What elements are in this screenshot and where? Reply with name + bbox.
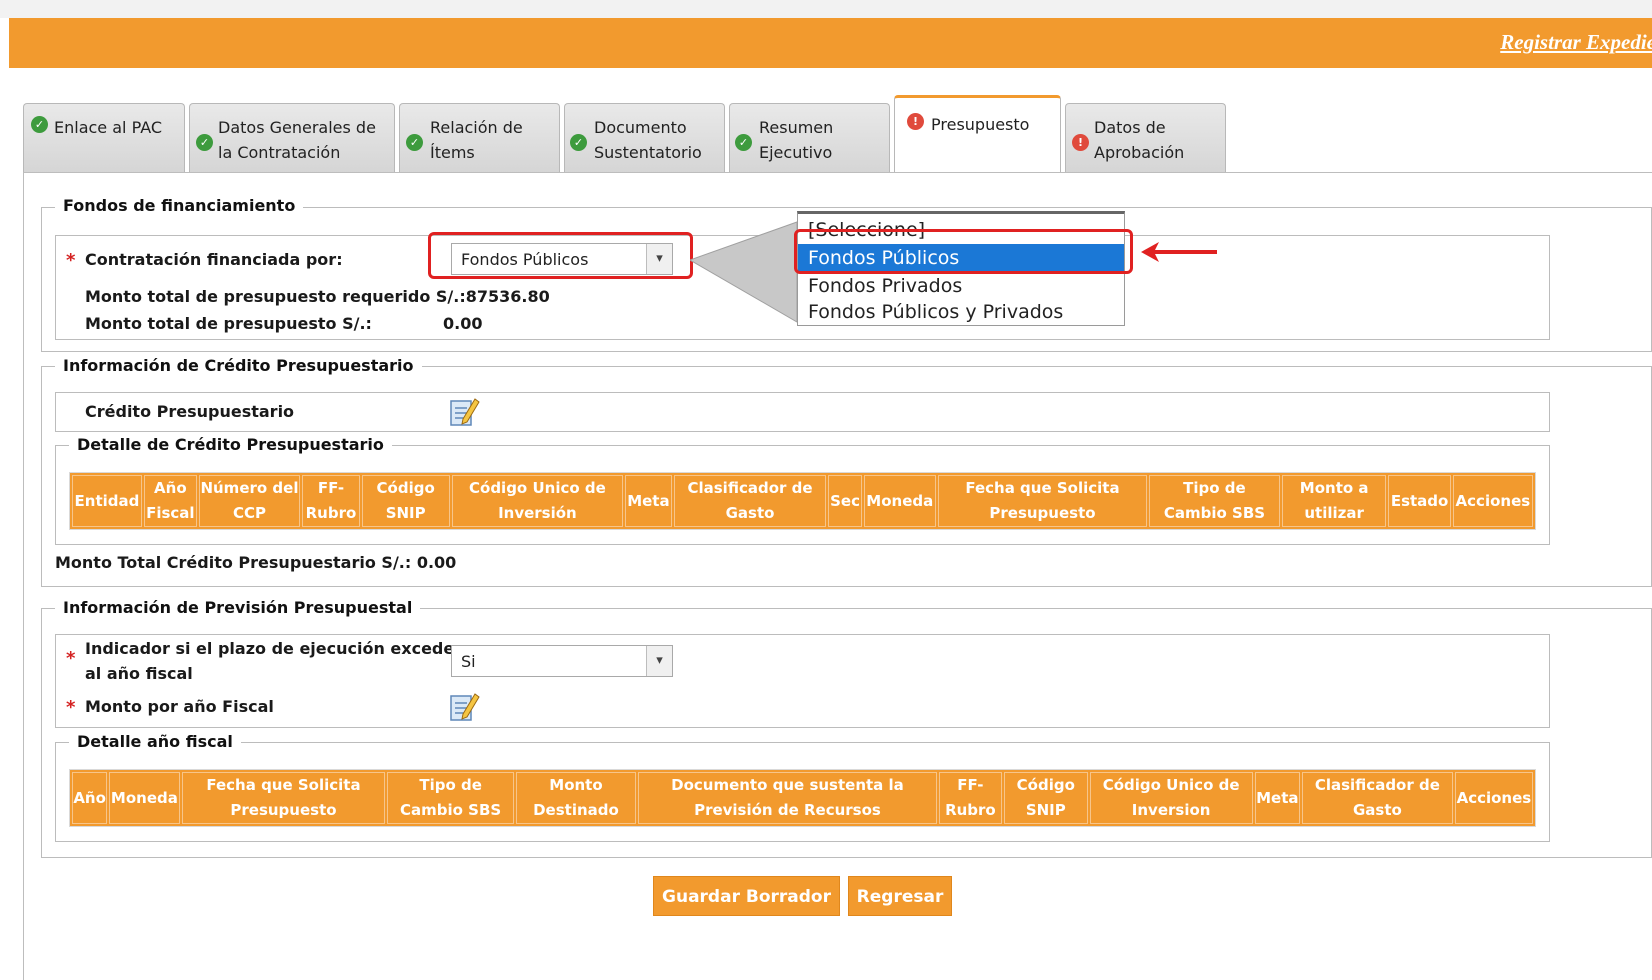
col-sec: Sec xyxy=(828,475,862,527)
monto-anio-label: Monto por año Fiscal xyxy=(85,697,274,716)
col-moneda: Moneda xyxy=(863,475,936,527)
col-acciones: Acciones xyxy=(1452,475,1533,527)
col-codigo-unico: Código Unico de Inversion xyxy=(1089,772,1253,824)
detalle-anio-legend: Detalle año fiscal xyxy=(69,732,241,751)
content-border xyxy=(23,172,24,980)
tab-datos-generales[interactable]: ✓ Datos Generales de la Contratación xyxy=(189,103,395,173)
indicador-value: Si xyxy=(461,652,476,671)
col-entidad: Entidad xyxy=(72,475,142,527)
col-anio-fiscal: Año Fiscal xyxy=(143,475,197,527)
col-ff-rubro: FF- Rubro xyxy=(302,475,360,527)
col-codigo-snip: Código SNIP xyxy=(1004,772,1088,824)
monto-total-value: 0.00 xyxy=(443,314,483,333)
credito-label: Crédito Presupuestario xyxy=(85,402,295,421)
tab-datos-aprobacion[interactable]: ! Datos de Aprobación xyxy=(1065,103,1226,173)
col-meta: Meta xyxy=(625,475,672,527)
page-header: Registrar Expedie xyxy=(9,18,1652,68)
tab-label: Enlace al PAC xyxy=(54,118,163,137)
required-marker: * xyxy=(66,648,76,669)
col-codigo-snip: Código SNIP xyxy=(361,475,450,527)
col-estado: Estado xyxy=(1388,475,1451,527)
warning-icon: ! xyxy=(1072,134,1089,151)
credito-legend: Información de Crédito Presupuestario xyxy=(55,356,422,375)
tab-documento-sustentatorio[interactable]: ✓ Documento Sustentatorio xyxy=(564,103,725,173)
required-marker: * xyxy=(66,697,76,718)
col-clasificador: Clasificador de Gasto xyxy=(1301,772,1453,824)
monto-requerido-label: Monto total de presupuesto requerido S/.… xyxy=(85,287,550,306)
col-codigo-unico: Código Unico de Inversión xyxy=(451,475,624,527)
col-numero-ccp: Número del CCP xyxy=(198,475,301,527)
tab-relacion-items[interactable]: ✓ Relación de Ítems xyxy=(399,103,560,173)
check-icon: ✓ xyxy=(570,134,587,151)
required-marker: * xyxy=(66,250,76,271)
detalle-credito-legend: Detalle de Crédito Presupuestario xyxy=(69,435,392,454)
warning-icon: ! xyxy=(907,113,924,130)
prevision-table: Año Moneda Fecha que Solicita Presupuesto… xyxy=(69,769,1536,827)
tab-label: Datos Generales de la Contratación xyxy=(218,118,376,162)
col-fecha-solicita: Fecha que Solicita Presupuesto xyxy=(181,772,386,824)
col-documento-sustenta: Documento que sustenta la Previsión de Re… xyxy=(638,772,937,824)
chevron-down-icon: ▾ xyxy=(646,646,672,676)
table-header-row: Año Moneda Fecha que Solicita Presupuesto… xyxy=(72,772,1533,824)
indicador-label-line1: Indicador si el plazo de ejecución exced… xyxy=(85,639,455,658)
page-title-link[interactable]: Registrar Expedie xyxy=(1500,30,1652,55)
check-icon: ✓ xyxy=(406,134,423,151)
tab-label: Resumen Ejecutivo xyxy=(759,118,834,162)
annotation-arrow-icon xyxy=(1141,242,1217,262)
credito-table: Entidad Año Fiscal Número del CCP FF- Rubro… xyxy=(69,472,1536,530)
zoom-callout xyxy=(690,221,798,323)
guardar-borrador-button[interactable]: Guardar Borrador xyxy=(653,876,840,916)
edit-icon[interactable] xyxy=(447,395,481,429)
monto-total-credito: Monto Total Crédito Presupuestario S/.: … xyxy=(55,553,457,572)
tab-presupuesto[interactable]: ! Presupuesto xyxy=(894,95,1061,173)
col-meta: Meta xyxy=(1254,772,1300,824)
edit-icon[interactable] xyxy=(447,690,481,724)
financiada-label: Contratación financiada por: xyxy=(85,250,343,269)
check-icon: ✓ xyxy=(735,134,752,151)
tab-enlace-pac[interactable]: ✓ Enlace al PAC xyxy=(23,103,185,173)
tab-resumen-ejecutivo[interactable]: ✓ Resumen Ejecutivo xyxy=(729,103,890,173)
indicador-select[interactable]: Si ▾ xyxy=(451,645,673,677)
col-fecha-solicita: Fecha que Solicita Presupuesto xyxy=(937,475,1148,527)
check-icon: ✓ xyxy=(196,134,213,151)
col-clasificador: Clasificador de Gasto xyxy=(673,475,827,527)
tab-label: Documento Sustentatorio xyxy=(594,118,702,162)
dropdown-option[interactable]: Fondos Públicos y Privados xyxy=(798,298,1124,326)
monto-total-label: Monto total de presupuesto S/.: xyxy=(85,314,372,333)
tab-label: Presupuesto xyxy=(931,115,1030,134)
annotation-box-option xyxy=(794,229,1133,274)
prevision-legend: Información de Previsión Presupuestal xyxy=(55,598,421,617)
col-ff-rubro: FF- Rubro xyxy=(938,772,1002,824)
col-monto-utilizar: Monto a utilizar xyxy=(1281,475,1387,527)
col-acciones: Acciones xyxy=(1454,772,1533,824)
fondos-legend: Fondos de financiamiento xyxy=(55,196,304,215)
annotation-box-select xyxy=(428,232,693,279)
col-moneda: Moneda xyxy=(109,772,180,824)
regresar-button[interactable]: Regresar xyxy=(848,876,952,916)
tab-label: Datos de Aprobación xyxy=(1094,118,1185,162)
check-icon: ✓ xyxy=(31,116,48,133)
col-monto-destinado: Monto Destinado xyxy=(515,772,637,824)
tab-label: Relación de Ítems xyxy=(430,118,523,162)
col-tipo-cambio: Tipo de Cambio SBS xyxy=(387,772,514,824)
table-header-row: Entidad Año Fiscal Número del CCP FF- Rubro… xyxy=(72,475,1533,527)
col-tipo-cambio: Tipo de Cambio SBS xyxy=(1149,475,1280,527)
indicador-label-line2: al año fiscal xyxy=(85,664,193,683)
tab-divider xyxy=(23,172,1652,173)
dropdown-option[interactable]: Fondos Privados xyxy=(798,272,1124,300)
col-anio: Año xyxy=(72,772,108,824)
top-band xyxy=(0,0,1652,18)
